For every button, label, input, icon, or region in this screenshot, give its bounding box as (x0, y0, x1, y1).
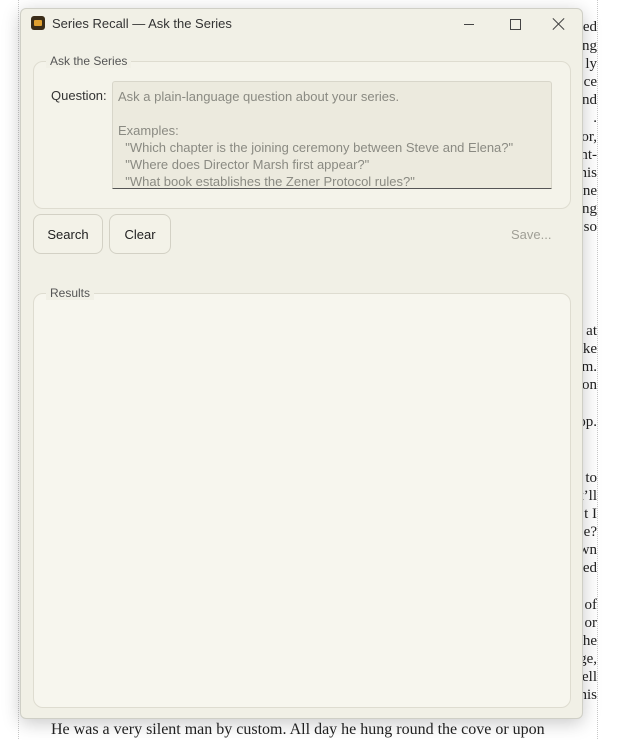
doc-fragment: he (582, 633, 597, 649)
doc-fragment: at (586, 323, 597, 339)
doc-bottom-line: He was a very silent man by custom. All … (51, 721, 545, 738)
doc-fragment: or, (581, 129, 597, 145)
doc-fragment: e? (583, 524, 597, 540)
maximize-icon (509, 18, 521, 30)
window-title: Series Recall — Ask the Series (52, 16, 232, 31)
doc-fragment: ly (585, 56, 597, 72)
close-button[interactable] (537, 11, 581, 37)
ask-series-dialog: Series Recall — Ask the Series Ask the S… (20, 8, 583, 719)
doc-fragment: on (582, 377, 597, 393)
doc-fragment: . (593, 110, 597, 126)
save-button[interactable]: Save... (511, 227, 551, 242)
doc-fragment: to (585, 470, 597, 486)
close-icon (553, 18, 565, 30)
question-label: Question: (51, 88, 107, 103)
search-button[interactable]: Search (33, 214, 103, 254)
app-logo-icon (31, 16, 45, 30)
results-group: Results (33, 286, 571, 708)
doc-fragment: ng (582, 201, 597, 217)
doc-fragment: ce (583, 74, 597, 90)
minimize-button[interactable] (447, 11, 491, 37)
title-bar[interactable]: Series Recall — Ask the Series (21, 9, 582, 39)
ask-group-legend: Ask the Series (46, 54, 132, 68)
doc-fragment: ne (582, 183, 597, 199)
results-area[interactable] (34, 294, 570, 707)
doc-fragment: of (584, 597, 598, 613)
question-input[interactable]: Ask a plain-language question about your… (112, 81, 552, 189)
doc-fragment: ed (582, 19, 597, 35)
doc-fragment: so (583, 219, 597, 235)
doc-fragment: ell (582, 669, 597, 685)
doc-fragment: ed (582, 560, 597, 576)
ask-group: Ask the Series Question: Ask a plain-lan… (33, 54, 571, 209)
maximize-button[interactable] (493, 11, 537, 37)
doc-fragment: nd (582, 92, 597, 108)
doc-fragment: or (584, 615, 598, 631)
doc-fragment: ng (582, 38, 597, 54)
minimize-icon (464, 23, 474, 25)
doc-fragment: t I (584, 506, 597, 522)
doc-fragment: m. (581, 359, 597, 375)
question-placeholder: Ask a plain-language question about your… (118, 89, 514, 189)
clear-button[interactable]: Clear (109, 214, 171, 254)
doc-fragment: ke (582, 341, 597, 357)
